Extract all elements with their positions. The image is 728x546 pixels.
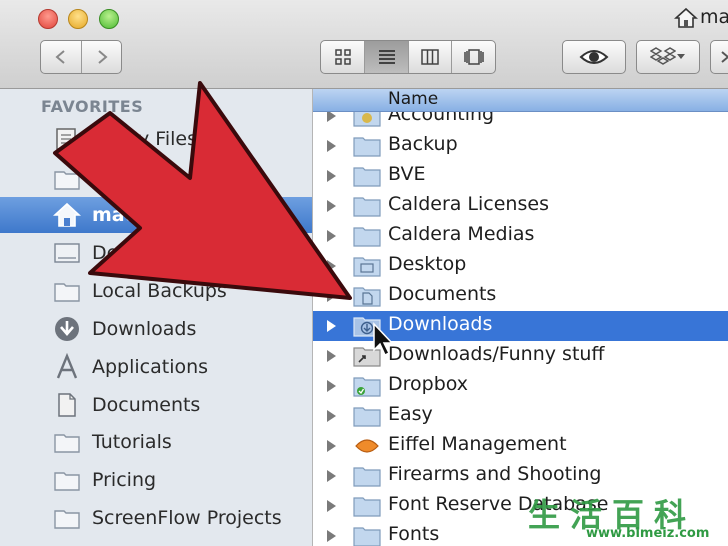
back-forward-control <box>40 40 122 74</box>
folder-icon <box>353 467 381 487</box>
window-title: mati <box>700 6 728 28</box>
list-item-label: Desktop <box>388 253 467 275</box>
sidebar-item-label: Tutorials <box>92 431 172 453</box>
disclosure-triangle-icon[interactable] <box>327 410 336 422</box>
list-item-label: Caldera Medias <box>388 223 535 245</box>
back-button[interactable] <box>41 41 81 73</box>
list-item-label: Dropbox <box>388 373 469 395</box>
sidebar-item-label: ScreenFlow Projects <box>92 507 282 529</box>
disclosure-triangle-icon[interactable] <box>327 530 336 542</box>
sidebar-item-documents[interactable]: Documents <box>0 387 312 423</box>
dropbox-icon <box>650 47 676 65</box>
folder-icon <box>54 510 80 529</box>
overflow-button[interactable] <box>710 40 728 74</box>
zoom-window-button[interactable] <box>99 9 119 29</box>
folder-icon <box>54 472 80 491</box>
columns-icon <box>421 49 439 65</box>
quick-look-button[interactable] <box>562 40 626 74</box>
grid-icon <box>334 49 351 65</box>
folder-icon <box>54 434 80 453</box>
dropbox-button[interactable] <box>636 40 700 74</box>
list-icon <box>378 50 395 64</box>
folder-icon <box>353 497 381 517</box>
list-item-label: BVE <box>388 163 426 185</box>
disclosure-triangle-icon[interactable] <box>327 380 336 392</box>
disclosure-triangle-icon[interactable] <box>327 470 336 482</box>
coverflow-view-button[interactable] <box>451 41 495 73</box>
watermark-url: www.bimeiz.com <box>586 526 710 541</box>
dropbox-folder-icon <box>353 377 381 397</box>
sidebar-item-label: Documents <box>92 394 201 416</box>
eiffel-icon <box>355 439 379 453</box>
list-item[interactable]: Firearms and Shooting <box>313 461 728 491</box>
chevron-right-icon <box>721 51 728 63</box>
sidebar-item-tutorials[interactable]: Tutorials <box>0 424 312 460</box>
column-header-label: Name <box>388 89 439 109</box>
chevron-right-icon <box>98 50 108 64</box>
disclosure-triangle-icon[interactable] <box>327 320 336 332</box>
list-item-label: Fonts <box>388 523 440 545</box>
chevron-left-icon <box>55 50 65 64</box>
column-view-button[interactable] <box>407 41 452 73</box>
sidebar-item-screenflow-projects[interactable]: ScreenFlow Projects <box>0 500 312 536</box>
sidebar-item-label: Applications <box>92 356 209 378</box>
sidebar-item-label: Downloads <box>92 318 197 340</box>
list-item-label: Documents <box>388 283 497 305</box>
sidebar-item-label: Pricing <box>92 469 157 491</box>
disclosure-triangle-icon[interactable] <box>327 500 336 512</box>
applications-icon <box>56 353 78 379</box>
toolbar: mati <box>0 0 728 89</box>
forward-button[interactable] <box>81 41 121 73</box>
mouse-cursor-icon <box>373 322 394 357</box>
home-icon <box>674 7 698 28</box>
downloads-icon <box>55 317 79 341</box>
disclosure-triangle-icon[interactable] <box>327 440 336 452</box>
watermark: 生活百科 www.bimeiz.com <box>528 490 728 546</box>
sidebar-item-applications[interactable]: Applications <box>0 349 312 385</box>
list-item[interactable]: Eiffel Management <box>313 431 728 461</box>
list-view-button[interactable] <box>364 41 408 73</box>
list-item-label: Downloads <box>388 313 493 335</box>
documents-icon <box>58 393 76 417</box>
eye-icon <box>579 50 609 64</box>
list-item-label: Easy <box>388 403 433 425</box>
finder-window: mati <box>0 0 728 546</box>
view-mode-control <box>320 40 496 74</box>
list-item-label: Backup <box>388 133 458 155</box>
list-item-label: Downloads/Funny stuff <box>388 343 605 365</box>
minimize-window-button[interactable] <box>68 9 88 29</box>
list-item-label: Eiffel Management <box>388 433 567 455</box>
sidebar-item-pricing[interactable]: Pricing <box>0 462 312 498</box>
list-item[interactable]: Dropbox <box>313 371 728 401</box>
folder-icon <box>353 407 381 427</box>
disclosure-triangle-icon[interactable] <box>327 350 336 362</box>
list-item-label: Caldera Licenses <box>388 193 549 215</box>
list-item[interactable]: Easy <box>313 401 728 431</box>
coverflow-icon <box>463 49 484 65</box>
close-window-button[interactable] <box>38 9 58 29</box>
folder-icon <box>353 527 381 546</box>
icon-view-button[interactable] <box>321 41 364 73</box>
list-item-label: Firearms and Shooting <box>388 463 602 485</box>
chevron-down-icon <box>677 54 685 59</box>
red-arrow-icon <box>53 81 352 300</box>
